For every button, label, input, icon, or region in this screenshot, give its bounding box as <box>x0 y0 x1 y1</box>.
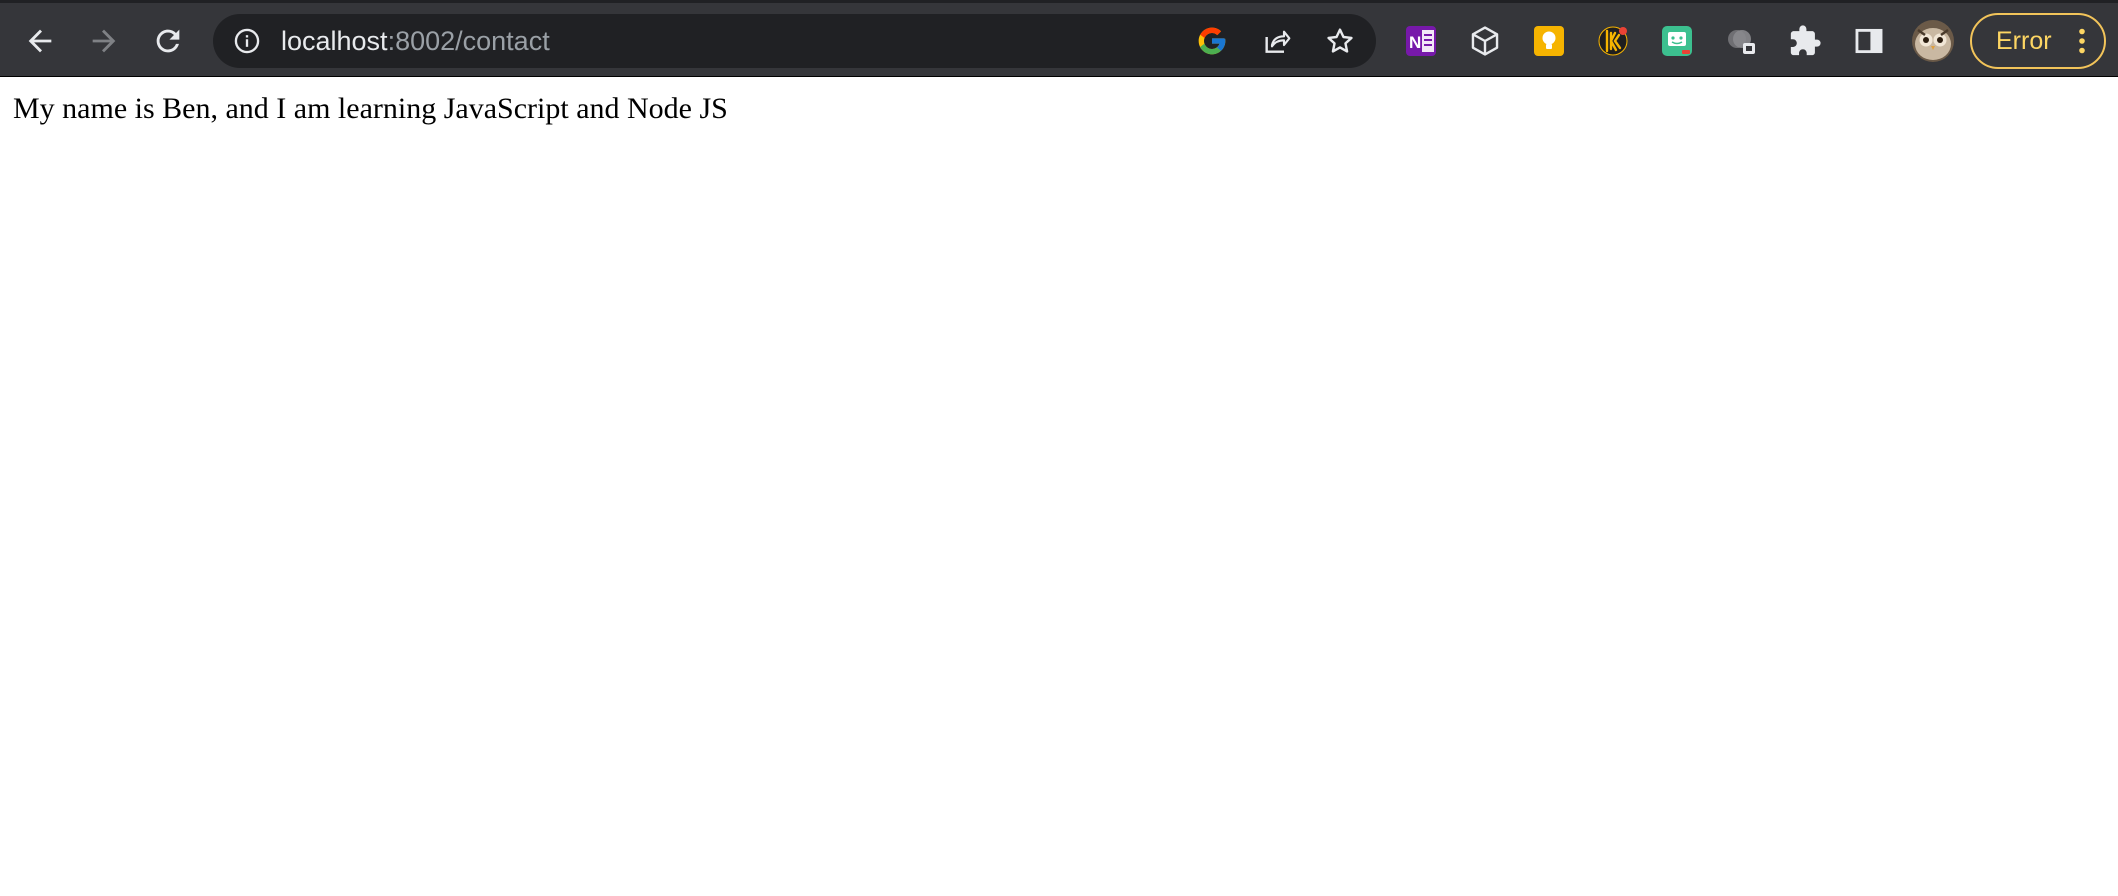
url-path: :8002/contact <box>387 26 550 56</box>
share-icon[interactable] <box>1258 23 1294 59</box>
lightbulb-icon[interactable] <box>1530 22 1568 60</box>
google-icon[interactable] <box>1194 23 1230 59</box>
screen-recorder-icon[interactable] <box>1722 22 1760 60</box>
svg-text:N: N <box>1409 33 1421 52</box>
info-icon[interactable] <box>233 27 261 55</box>
cube-icon[interactable] <box>1466 22 1504 60</box>
grammar-icon[interactable] <box>1658 22 1696 60</box>
address-bar[interactable]: localhost:8002/contact <box>213 14 1376 68</box>
forward-arrow-icon[interactable] <box>78 15 130 67</box>
three-dots-icon[interactable] <box>2078 28 2086 54</box>
error-label: Error <box>1996 27 2052 55</box>
page-body-text: My name is Ben, and I am learning JavaSc… <box>13 92 728 125</box>
side-panel-icon[interactable] <box>1850 22 1888 60</box>
browser-toolbar: localhost:8002/contact N Error <box>0 0 2118 77</box>
owl-avatar-icon[interactable] <box>1912 20 1954 62</box>
onenote-icon[interactable]: N <box>1402 22 1440 60</box>
url-text[interactable]: localhost:8002/contact <box>281 14 550 68</box>
star-icon[interactable] <box>1322 23 1358 59</box>
reload-icon[interactable] <box>142 15 194 67</box>
back-arrow-icon[interactable] <box>14 15 66 67</box>
url-host: localhost <box>281 26 388 56</box>
keeper-icon[interactable] <box>1594 22 1632 60</box>
puzzle-icon[interactable] <box>1786 22 1824 60</box>
error-button[interactable]: Error <box>1970 13 2106 69</box>
